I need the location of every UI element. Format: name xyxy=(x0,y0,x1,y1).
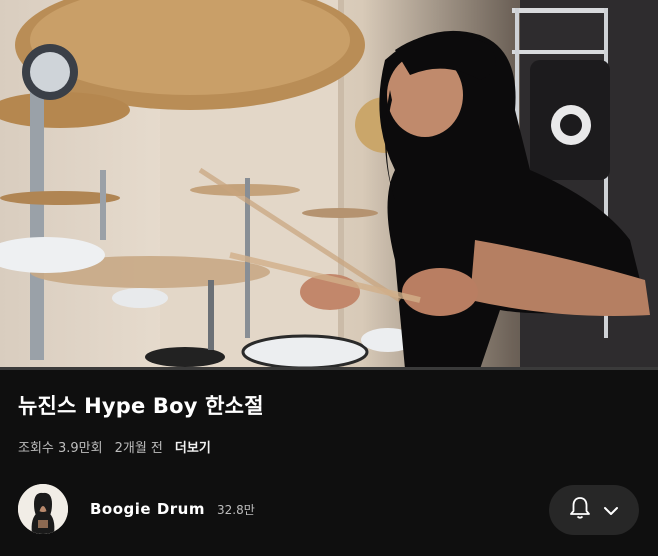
more-button[interactable]: 더보기 xyxy=(175,437,211,456)
video-title: 뉴진스 Hype Boy 한소절 xyxy=(18,394,264,418)
chevron-down-icon xyxy=(603,501,619,520)
view-count: 조회수 3.9만회 xyxy=(18,441,103,456)
upload-age: 2개월 전 xyxy=(114,441,163,456)
bell-icon xyxy=(569,496,591,524)
video-meta[interactable]: 조회수 3.9만회 2개월 전 더보기 xyxy=(18,437,211,456)
video-player[interactable] xyxy=(0,0,658,369)
channel-row[interactable]: Boogie Drum 32.8만 xyxy=(18,484,255,534)
channel-avatar[interactable] xyxy=(18,484,68,534)
notification-settings-button[interactable] xyxy=(549,485,639,535)
channel-name[interactable]: Boogie Drum xyxy=(90,500,205,518)
video-progress-bar[interactable] xyxy=(0,367,658,370)
video-frame xyxy=(0,0,658,369)
subscriber-count: 32.8만 xyxy=(216,502,255,517)
